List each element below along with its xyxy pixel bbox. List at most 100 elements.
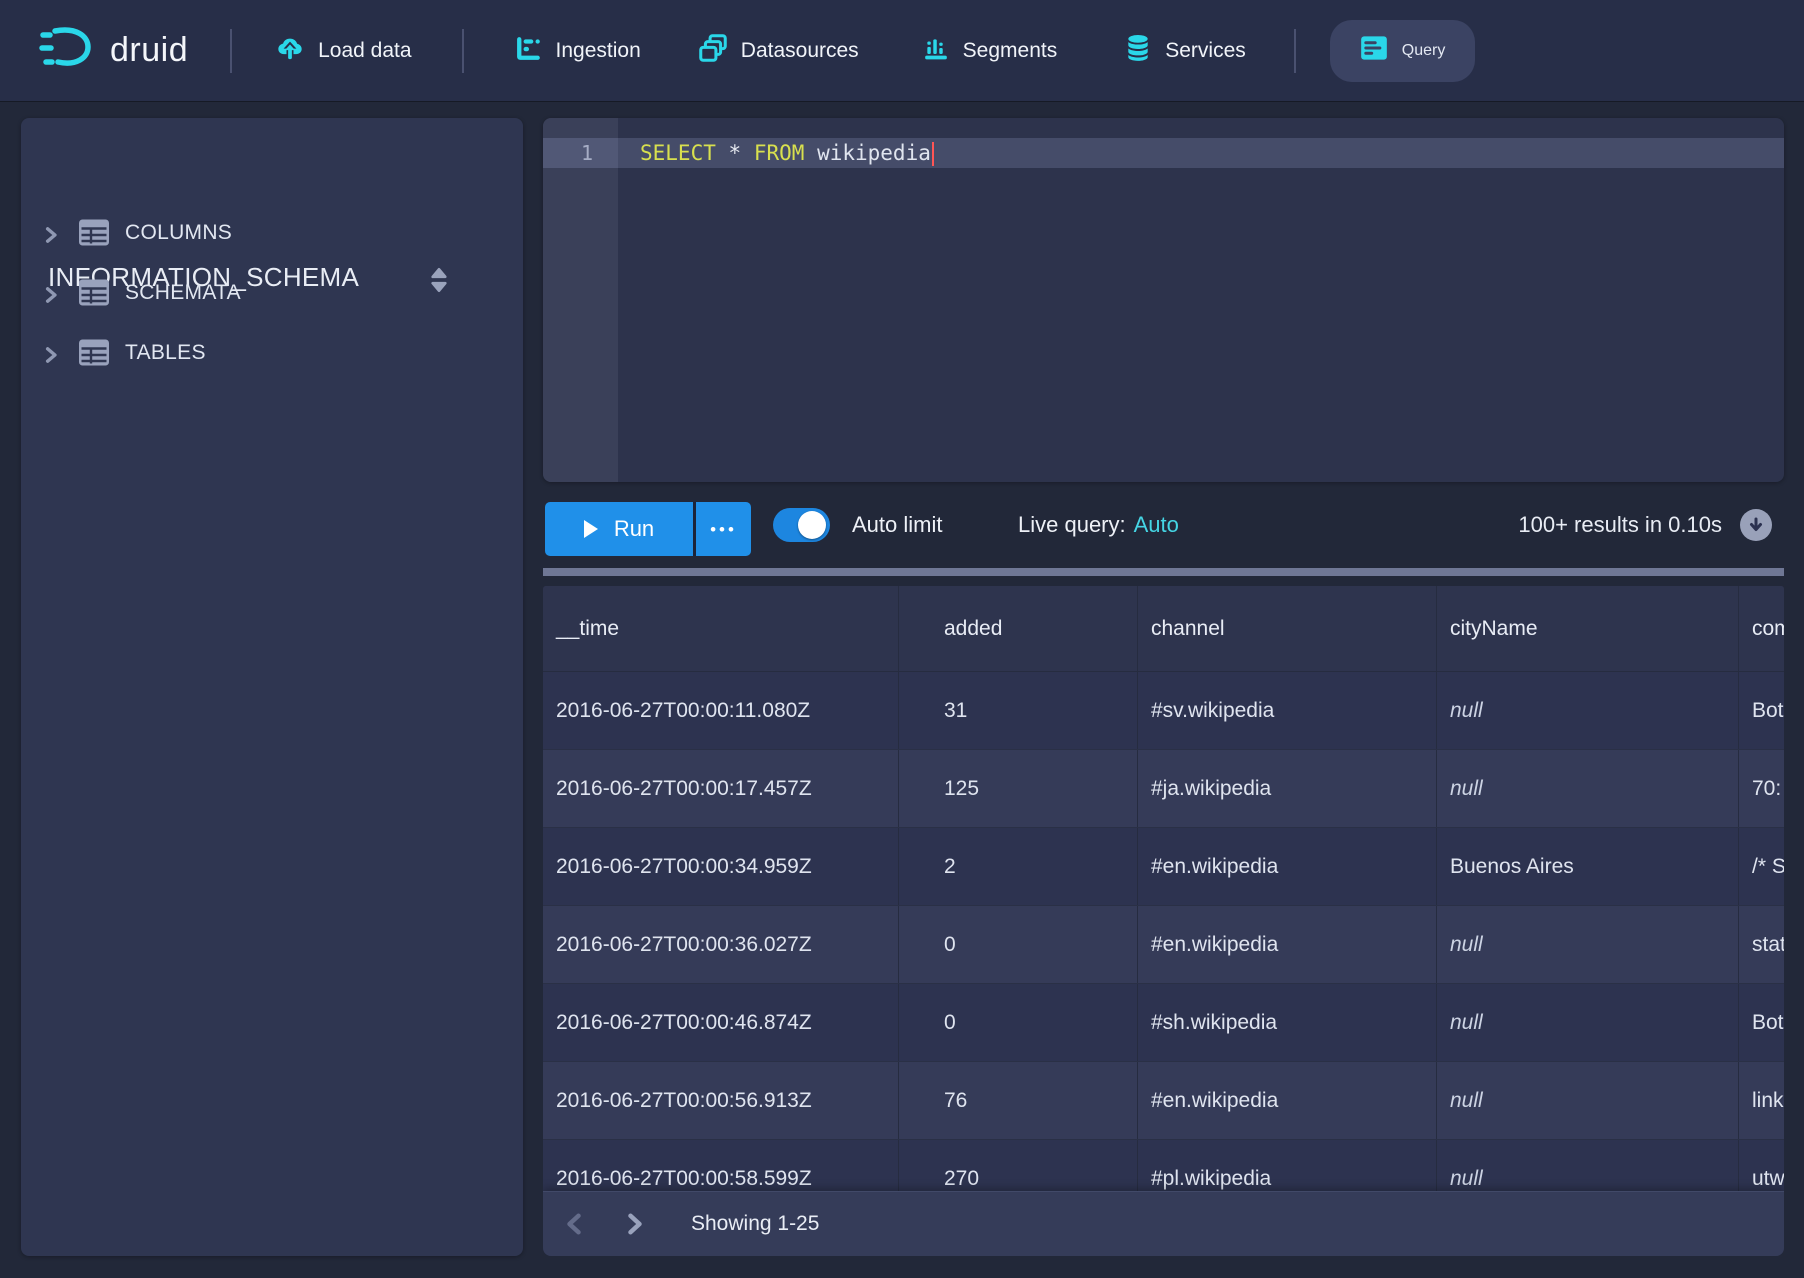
cell-added[interactable]: 125: [899, 750, 1138, 827]
cell-time[interactable]: 2016-06-27T00:00:11.080Z: [543, 672, 899, 749]
cell-added[interactable]: 0: [899, 984, 1138, 1061]
table-row: 2016-06-27T00:00:11.080Z 31 #sv.wikipedi…: [543, 672, 1784, 750]
text-cursor: [932, 142, 934, 166]
live-query-value[interactable]: Auto: [1134, 512, 1179, 537]
live-query-label: Live query:: [1018, 512, 1126, 537]
cell-cityname[interactable]: null: [1437, 906, 1739, 983]
sql-keyword: FROM: [754, 141, 805, 165]
nav-item-datasources[interactable]: Datasources: [699, 34, 859, 67]
cell-cityname[interactable]: Buenos Aires: [1437, 828, 1739, 905]
gantt-chart-icon: [516, 35, 542, 66]
editor-gutter: [543, 118, 618, 482]
table-icon: [79, 339, 109, 371]
chevron-right-icon[interactable]: [43, 286, 59, 309]
druid-console: druid Load data: [0, 0, 1804, 1278]
cell-cityname[interactable]: null: [1437, 750, 1739, 827]
cell-channel[interactable]: #en.wikipedia: [1138, 828, 1437, 905]
chevron-right-icon[interactable]: [43, 346, 59, 369]
chevron-left-icon[interactable]: [565, 1212, 583, 1241]
run-button[interactable]: Run: [545, 502, 693, 556]
druid-logo[interactable]: druid: [38, 24, 188, 77]
sql-star: *: [729, 141, 742, 165]
sidebar-item-columns[interactable]: COLUMNS: [21, 212, 523, 256]
results-summary: 100+ results in 0.10s: [1518, 482, 1722, 568]
cell-time[interactable]: 2016-06-27T00:00:56.913Z: [543, 1062, 899, 1139]
download-button[interactable]: [1740, 509, 1772, 541]
cell-cityname[interactable]: null: [1437, 672, 1739, 749]
table-row: 2016-06-27T00:00:46.874Z 0 #sh.wikipedia…: [543, 984, 1784, 1062]
download-icon: [1747, 516, 1765, 534]
table-row: 2016-06-27T00:00:34.959Z 2 #en.wikipedia…: [543, 828, 1784, 906]
column-header-time[interactable]: __time: [543, 586, 899, 671]
cell-added[interactable]: 2: [899, 828, 1138, 905]
sql-editor[interactable]: 1 SELECT * FROM wikipedia: [543, 118, 1784, 482]
column-header-added[interactable]: added: [899, 586, 1138, 671]
cell-time[interactable]: 2016-06-27T00:00:34.959Z: [543, 828, 899, 905]
cell-channel[interactable]: #sv.wikipedia: [1138, 672, 1437, 749]
nav-item-ingestion[interactable]: Ingestion: [516, 35, 641, 66]
table-row: 2016-06-27T00:00:56.913Z 76 #en.wikipedi…: [543, 1062, 1784, 1140]
auto-limit-label: Auto limit: [852, 482, 942, 568]
cell-cityname[interactable]: null: [1437, 984, 1739, 1061]
cell-channel[interactable]: #ja.wikipedia: [1138, 750, 1437, 827]
database-icon: [1125, 34, 1151, 67]
nav-item-load-data[interactable]: Load data: [276, 34, 411, 67]
play-icon: [584, 520, 598, 538]
nav-divider: [462, 29, 464, 73]
nav-item-segments[interactable]: Segments: [923, 35, 1058, 66]
sidebar-item-schemata[interactable]: SCHEMATA: [21, 272, 523, 316]
schema-sidebar: INFORMATION_SCHEMA COLUMNS: [21, 118, 523, 1256]
nav-item-label: Load data: [318, 39, 411, 63]
sql-keyword: SELECT: [640, 141, 716, 165]
nav-item-label: Query: [1402, 42, 1446, 60]
bar-chart-icon: [923, 35, 949, 66]
table-icon: [79, 279, 109, 311]
sidebar-item-label: TABLES: [125, 341, 206, 365]
cell-time[interactable]: 2016-06-27T00:00:17.457Z: [543, 750, 899, 827]
cell-comment[interactable]: stat: [1739, 906, 1784, 983]
cell-added[interactable]: 76: [899, 1062, 1138, 1139]
cell-comment[interactable]: 70:: [1739, 750, 1784, 827]
cell-comment[interactable]: Bot: [1739, 672, 1784, 749]
live-query-control: Live query: Auto: [1018, 482, 1179, 568]
cell-time[interactable]: 2016-06-27T00:00:46.874Z: [543, 984, 899, 1061]
chevron-right-icon[interactable]: [626, 1212, 644, 1241]
druid-logo-icon: [38, 24, 96, 77]
nav-item-label: Ingestion: [556, 39, 641, 63]
sidebar-item-label: SCHEMATA: [125, 281, 241, 305]
cell-added[interactable]: 31: [899, 672, 1138, 749]
cell-channel[interactable]: #en.wikipedia: [1138, 1062, 1437, 1139]
results-header-row: __time added channel cityName comment: [543, 586, 1784, 672]
cell-comment[interactable]: link: [1739, 1062, 1784, 1139]
nav-item-label: Services: [1165, 39, 1246, 63]
column-header-channel[interactable]: channel: [1138, 586, 1437, 671]
query-toolbar: Run ••• Auto limit Live query: Auto 100+ …: [543, 482, 1784, 568]
run-more-button[interactable]: •••: [696, 502, 751, 556]
column-header-cityname[interactable]: cityName: [1437, 586, 1739, 671]
run-button-label: Run: [614, 516, 654, 542]
results-footer: Showing 1-25: [543, 1191, 1784, 1256]
results-rows: 2016-06-27T00:00:11.080Z 31 #sv.wikipedi…: [543, 672, 1784, 1218]
cell-channel[interactable]: #en.wikipedia: [1138, 906, 1437, 983]
cell-comment[interactable]: Bot: [1739, 984, 1784, 1061]
cell-cityname[interactable]: null: [1437, 1062, 1739, 1139]
cell-channel[interactable]: #sh.wikipedia: [1138, 984, 1437, 1061]
nav-item-label: Segments: [963, 39, 1058, 63]
nav-divider: [1294, 29, 1296, 73]
cloud-upload-icon: [276, 34, 304, 67]
column-header-comment[interactable]: comment: [1739, 586, 1784, 671]
cell-added[interactable]: 0: [899, 906, 1138, 983]
sql-table-name: wikipedia: [817, 141, 931, 165]
sql-code-line[interactable]: SELECT * FROM wikipedia: [618, 138, 1784, 168]
nav-item-query-active[interactable]: Query: [1330, 20, 1476, 82]
sidebar-item-tables[interactable]: TABLES: [21, 332, 523, 376]
cell-time[interactable]: 2016-06-27T00:00:36.027Z: [543, 906, 899, 983]
table-row: 2016-06-27T00:00:17.457Z 125 #ja.wikiped…: [543, 750, 1784, 828]
panel-resize-handle[interactable]: [543, 568, 1784, 576]
nav-item-services[interactable]: Services: [1125, 34, 1246, 67]
toggle-knob: [798, 511, 826, 539]
cell-comment[interactable]: /* S: [1739, 828, 1784, 905]
auto-limit-toggle[interactable]: [773, 508, 830, 542]
sidebar-item-label: COLUMNS: [125, 221, 232, 245]
chevron-right-icon[interactable]: [43, 226, 59, 249]
